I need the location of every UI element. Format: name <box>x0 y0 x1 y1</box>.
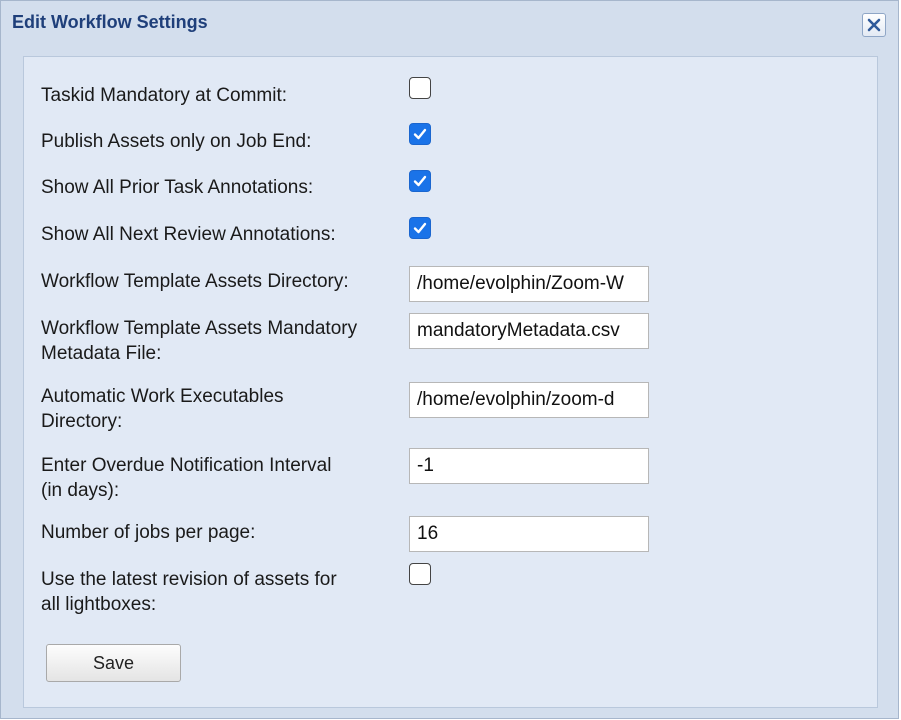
settings-panel: Taskid Mandatory at Commit: Publish Asse… <box>23 56 878 708</box>
jobs-per-page-label: Number of jobs per page: <box>41 522 256 543</box>
template-assets-directory-label: Workflow Template Assets Directory: <box>41 271 349 292</box>
show-prior-annotations-label: Show All Prior Task Annotations: <box>41 177 314 198</box>
close-icon <box>867 18 881 32</box>
mandatory-metadata-label-line2: Metadata File: <box>41 343 162 364</box>
taskid-mandatory-checkbox[interactable] <box>409 77 431 99</box>
checkmark-icon <box>413 222 427 234</box>
overdue-interval-label-line2: (in days): <box>41 480 120 501</box>
show-next-review-label: Show All Next Review Annotations: <box>41 224 336 245</box>
automatic-executables-label-line1: Automatic Work Executables <box>41 386 284 407</box>
latest-revision-checkbox[interactable] <box>409 563 431 585</box>
checkmark-icon <box>413 128 427 140</box>
jobs-per-page-input[interactable] <box>409 516 649 552</box>
edit-workflow-settings-dialog: Edit Workflow Settings Taskid Mandatory … <box>0 0 899 719</box>
show-prior-annotations-checkbox[interactable] <box>409 170 431 192</box>
template-assets-directory-input[interactable] <box>409 266 649 302</box>
close-button[interactable] <box>862 13 886 37</box>
checkmark-icon <box>413 175 427 187</box>
taskid-mandatory-label: Taskid Mandatory at Commit: <box>41 85 288 106</box>
publish-assets-label: Publish Assets only on Job End: <box>41 131 312 152</box>
automatic-executables-input[interactable] <box>409 382 649 418</box>
latest-revision-label-line1: Use the latest revision of assets for <box>41 569 337 590</box>
mandatory-metadata-label-line1: Workflow Template Assets Mandatory <box>41 318 358 339</box>
overdue-interval-input[interactable] <box>409 448 649 484</box>
dialog-title: Edit Workflow Settings <box>12 12 208 32</box>
publish-assets-checkbox[interactable] <box>409 123 431 145</box>
automatic-executables-label-line2: Directory: <box>41 411 123 432</box>
mandatory-metadata-input[interactable] <box>409 313 649 349</box>
dialog-titlebar: Edit Workflow Settings <box>1 1 898 45</box>
show-next-review-checkbox[interactable] <box>409 217 431 239</box>
overdue-interval-label-line1: Enter Overdue Notification Interval <box>41 455 332 476</box>
latest-revision-label-line2: all lightboxes: <box>41 594 157 615</box>
save-button[interactable]: Save <box>46 644 181 682</box>
